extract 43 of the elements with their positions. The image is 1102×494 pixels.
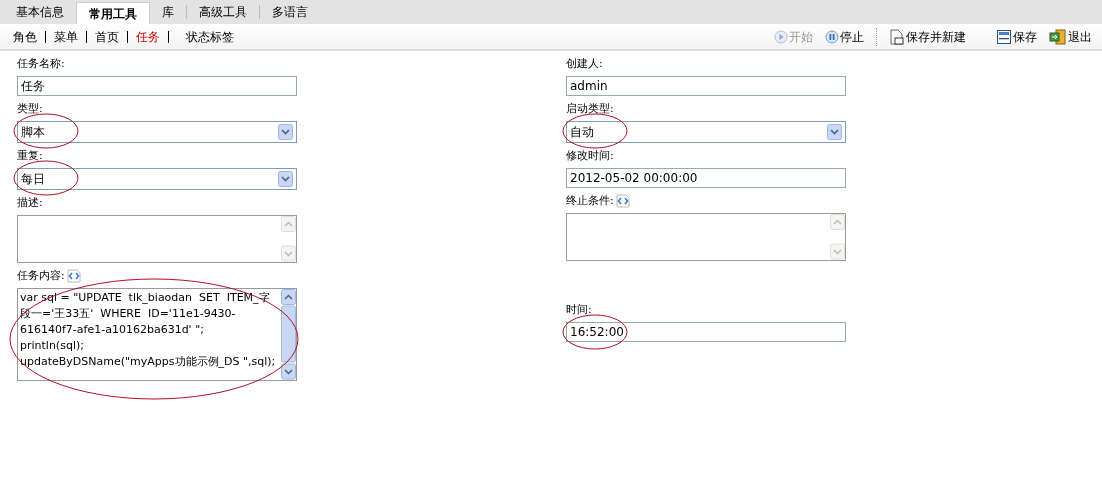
toolbar-separator xyxy=(876,27,877,46)
field-label: 类型: xyxy=(17,100,43,117)
scrollbar[interactable] xyxy=(281,216,296,262)
text-area[interactable] xyxy=(17,215,297,263)
field-label: 任务名称: xyxy=(17,55,65,72)
door-exit-icon xyxy=(1049,28,1067,45)
floppy-disk-button[interactable]: 保存 xyxy=(990,27,1043,46)
pause-icon xyxy=(825,29,839,44)
script-icon[interactable] xyxy=(615,194,630,208)
text-field[interactable]: 16:52:00 xyxy=(566,322,846,342)
text-field[interactable]: 2012-05-02 00:00:00 xyxy=(566,168,846,188)
dropdown[interactable]: 每日 xyxy=(17,168,297,190)
field-label: 创建人: xyxy=(566,55,603,72)
document-icon xyxy=(889,28,905,45)
tab[interactable]: 高级工具 xyxy=(187,0,259,24)
script-icon[interactable] xyxy=(66,269,81,283)
play-icon xyxy=(774,29,788,44)
field-label: 启动类型: xyxy=(566,100,614,117)
field-label: 终止条件: xyxy=(566,192,614,209)
pause-button[interactable]: 停止 xyxy=(819,27,870,46)
door-exit-button[interactable]: 退出 xyxy=(1043,27,1098,46)
tab[interactable]: 常用工具 xyxy=(76,2,150,24)
tab[interactable]: 基本信息 xyxy=(4,0,76,24)
scrollbar[interactable] xyxy=(281,289,296,380)
nav-link[interactable]: 角色 xyxy=(8,27,42,46)
nav-link[interactable]: 首页 xyxy=(90,27,124,46)
field-label: 任务内容: xyxy=(17,267,65,284)
text-area[interactable] xyxy=(566,213,846,261)
scrollbar[interactable] xyxy=(830,214,845,260)
field-label: 重复: xyxy=(17,147,43,164)
document-button[interactable]: 保存并新建 xyxy=(883,27,972,46)
dropdown[interactable]: 脚本 xyxy=(17,121,297,143)
tab[interactable]: 库 xyxy=(150,0,186,24)
text-field[interactable]: admin xyxy=(566,76,846,96)
field-label: 描述: xyxy=(17,194,43,211)
text-field[interactable]: 任务 xyxy=(17,76,297,96)
nav-link[interactable]: 任务 xyxy=(131,27,165,46)
field-label: 修改时间: xyxy=(566,147,614,164)
field-label: 时间: xyxy=(566,301,592,318)
dropdown[interactable]: 自动 xyxy=(566,121,846,143)
nav-link[interactable]: 菜单 xyxy=(49,27,83,46)
nav-link[interactable]: 状态标签 xyxy=(181,27,239,46)
tab[interactable]: 多语言 xyxy=(260,0,320,24)
